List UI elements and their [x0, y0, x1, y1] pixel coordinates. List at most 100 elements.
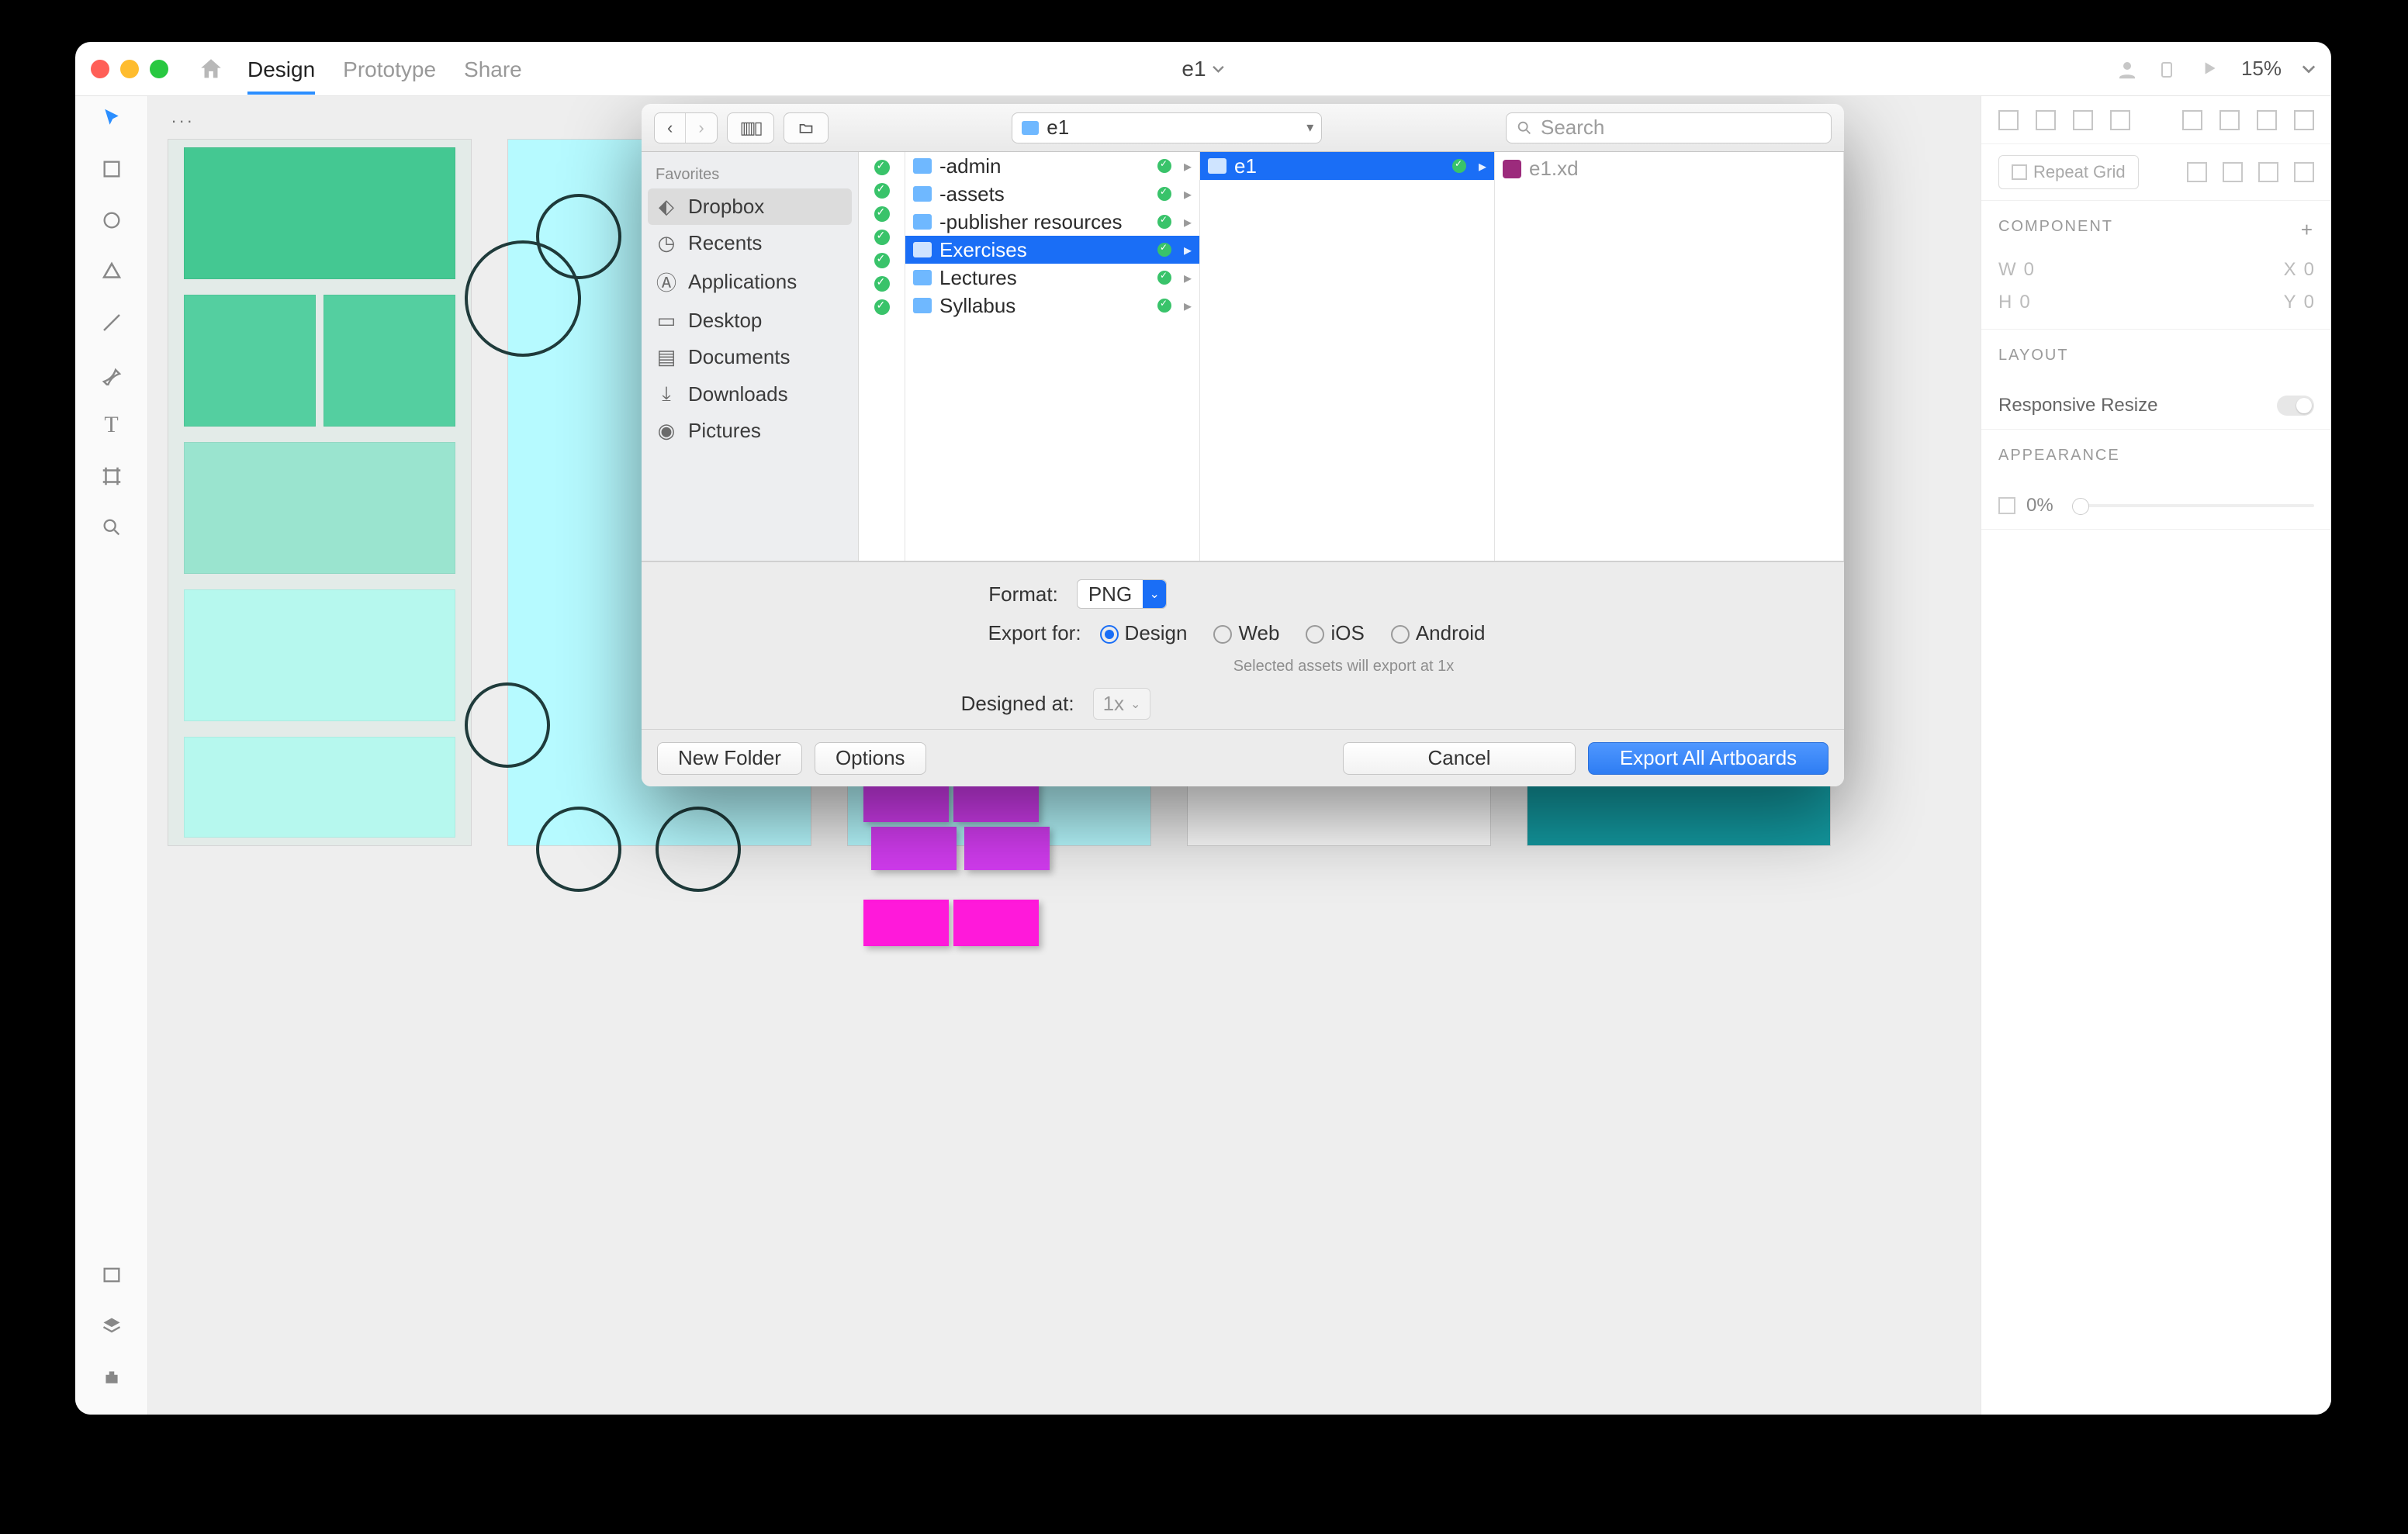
folder-row[interactable]: -admin▸	[905, 152, 1199, 180]
exclude-icon[interactable]	[2294, 162, 2314, 182]
sync-column	[859, 152, 905, 561]
tab-prototype[interactable]: Prototype	[343, 43, 436, 95]
distribute-h-icon[interactable]	[2182, 110, 2202, 130]
folder-row-selected[interactable]: e1▸	[1200, 152, 1494, 180]
back-button[interactable]: ‹	[655, 113, 686, 143]
chevron-down-icon[interactable]	[2302, 62, 2316, 76]
y-value[interactable]: 0	[2304, 292, 2314, 313]
xd-file-icon	[1503, 160, 1521, 178]
polygon-tool[interactable]	[98, 257, 126, 285]
union-icon[interactable]	[2187, 162, 2207, 182]
align-right-icon[interactable]	[2073, 110, 2093, 130]
radio-web[interactable]: Web	[1213, 621, 1279, 645]
favorite-dropbox[interactable]: ⬖Dropbox	[648, 188, 852, 225]
user-icon[interactable]	[2116, 58, 2137, 80]
new-folder-button[interactable]: New Folder	[657, 742, 802, 775]
folder-action-icon[interactable]	[784, 113, 828, 143]
apps-icon: Ⓐ	[656, 268, 677, 296]
properties-panel: Repeat Grid COMPONENT + W 0 X 0 H 0 Y 0	[1981, 96, 2331, 1415]
exportfor-radios: Design Web iOS Android	[1100, 621, 1486, 645]
device-preview-icon[interactable]	[2157, 58, 2179, 80]
distribute-v-icon[interactable]	[2219, 110, 2240, 130]
home-icon[interactable]	[198, 56, 224, 82]
canvas[interactable]: ... ‹ › ▥▯	[148, 96, 1981, 1415]
folder-row-selected[interactable]: Exercises▸	[905, 236, 1199, 264]
export-button[interactable]: Export All Artboards	[1588, 742, 1828, 775]
folder-icon	[913, 270, 932, 285]
align-bottom-icon[interactable]	[2294, 110, 2314, 130]
favorite-desktop[interactable]: ▭Desktop	[642, 302, 858, 339]
file-row[interactable]: e1.xd	[1495, 152, 1843, 185]
assets-panel-icon[interactable]	[98, 1261, 126, 1289]
intersect-icon[interactable]	[2258, 162, 2278, 182]
play-icon[interactable]	[2199, 58, 2221, 80]
folder-row[interactable]: Lectures▸	[905, 264, 1199, 292]
radio-design[interactable]: Design	[1100, 621, 1188, 645]
pen-tool[interactable]	[98, 360, 126, 388]
rectangle-tool[interactable]	[98, 155, 126, 183]
repeat-grid-label: Repeat Grid	[2033, 162, 2126, 182]
align-top-icon[interactable]	[2110, 110, 2130, 130]
select-tool[interactable]	[98, 104, 126, 132]
favorite-label: Desktop	[688, 309, 762, 333]
chevron-down-icon	[1213, 63, 1225, 75]
ellipse-tool[interactable]	[98, 206, 126, 234]
line-tool[interactable]	[98, 309, 126, 337]
favorite-applications[interactable]: ⒶApplications	[642, 261, 858, 302]
document-title[interactable]: e1	[1182, 57, 1224, 81]
zoom-window-button[interactable]	[150, 60, 168, 78]
responsive-toggle[interactable]	[2277, 396, 2314, 416]
layers-panel-icon[interactable]	[98, 1312, 126, 1340]
format-select[interactable]: PNG ⌄	[1077, 579, 1167, 609]
zoom-tool[interactable]	[98, 513, 126, 541]
favorite-pictures[interactable]: ◉Pictures	[642, 413, 858, 449]
close-window-button[interactable]	[91, 60, 109, 78]
folder-icon	[913, 158, 932, 174]
repeat-grid-button[interactable]: Repeat Grid	[1998, 155, 2139, 189]
folder-row[interactable]: -publisher resources▸	[905, 208, 1199, 236]
text-tool[interactable]: T	[98, 411, 126, 439]
search-field[interactable]: Search	[1506, 112, 1832, 143]
dropbox-icon: ⬖	[656, 195, 677, 219]
align-left-icon[interactable]	[1998, 110, 2019, 130]
folder-name: Exercises	[939, 238, 1027, 262]
group-button[interactable]	[784, 112, 829, 143]
forward-button[interactable]: ›	[686, 113, 716, 143]
artboard-tool[interactable]	[98, 462, 126, 490]
component-section-header: COMPONENT +	[1981, 201, 2331, 259]
cancel-button[interactable]: Cancel	[1343, 742, 1576, 775]
radio-android[interactable]: Android	[1391, 621, 1486, 645]
plugins-panel-icon[interactable]	[98, 1363, 126, 1391]
align-vcenter-icon[interactable]	[2257, 110, 2277, 130]
sync-status-icon	[1157, 159, 1171, 173]
tab-share[interactable]: Share	[464, 43, 522, 95]
w-value[interactable]: 0	[2024, 259, 2034, 281]
align-hcenter-icon[interactable]	[2036, 110, 2056, 130]
tab-design[interactable]: Design	[247, 43, 315, 95]
path-dropdown[interactable]: e1 ▾	[1012, 112, 1322, 143]
appearance-section-header: APPEARANCE	[1981, 430, 2331, 482]
options-button[interactable]: Options	[815, 742, 926, 775]
view-mode-segment[interactable]: ▥▯	[727, 112, 774, 143]
opacity-value[interactable]: 0%	[2026, 495, 2053, 517]
zoom-level[interactable]: 15%	[2241, 57, 2282, 81]
favorite-recents[interactable]: ◷Recents	[642, 225, 858, 261]
plus-icon[interactable]: +	[2301, 218, 2314, 242]
minimize-window-button[interactable]	[120, 60, 139, 78]
folder-name: -publisher resources	[939, 210, 1123, 234]
column-view-icon[interactable]: ▥▯	[728, 113, 773, 143]
folder-row[interactable]: Syllabus▸	[905, 292, 1199, 320]
opacity-slider[interactable]	[2072, 504, 2314, 507]
mode-tabs: Design Prototype Share	[247, 43, 522, 95]
favorite-documents[interactable]: ▤Documents	[642, 339, 858, 375]
grid-icon	[2012, 164, 2027, 180]
h-value[interactable]: 0	[2019, 292, 2029, 313]
artboard-1[interactable]	[168, 140, 471, 845]
folder-row[interactable]: -assets▸	[905, 180, 1199, 208]
radio-icon	[1306, 625, 1324, 644]
radio-ios[interactable]: iOS	[1306, 621, 1364, 645]
subtract-icon[interactable]	[2223, 162, 2243, 182]
sync-status-icon	[874, 299, 890, 315]
x-value[interactable]: 0	[2304, 259, 2314, 281]
favorite-downloads[interactable]: ⤓Downloads	[642, 375, 858, 413]
